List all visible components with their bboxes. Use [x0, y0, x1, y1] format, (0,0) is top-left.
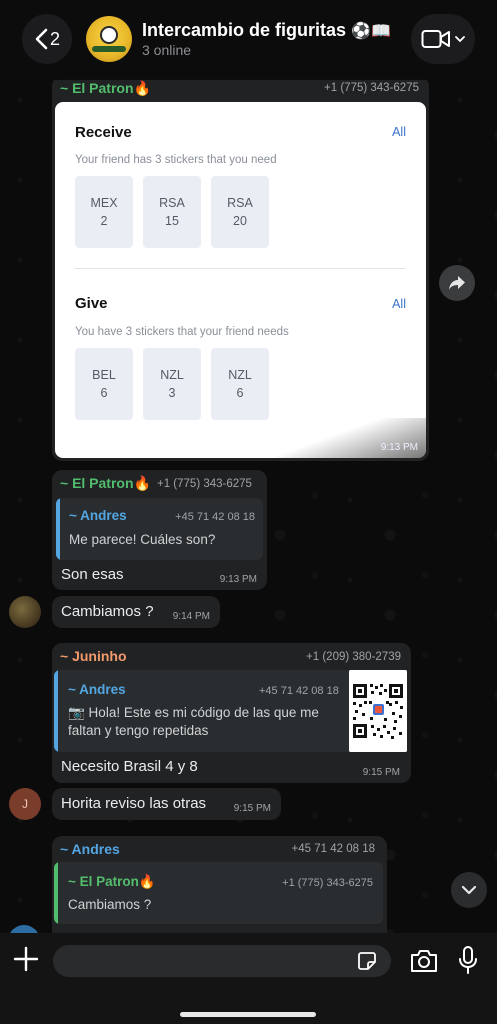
- sender-phone: +1 (209) 380-2739: [306, 651, 401, 663]
- camera-button[interactable]: [409, 948, 439, 974]
- microphone-icon: [459, 946, 477, 974]
- quoted-text: Me parece! Cuáles son?: [69, 532, 216, 547]
- sender-name[interactable]: ~ El Patron🔥: [60, 475, 151, 492]
- message-bubble[interactable]: Cambiamos ? 9:14 PM: [52, 596, 220, 628]
- message-bubble[interactable]: ~ Andres +45 71 42 08 18 ~ El Patron🔥 +1…: [52, 836, 387, 946]
- sender-name[interactable]: ~ El Patron🔥: [60, 80, 151, 97]
- sender-phone: +45 71 42 08 18: [291, 843, 375, 855]
- back-button[interactable]: 2: [22, 14, 72, 64]
- quoted-phone: +45 71 42 08 18: [175, 511, 255, 523]
- give-title: Give: [75, 295, 108, 312]
- sticker-tile[interactable]: MEX 2: [75, 176, 133, 248]
- message-time: 9:15 PM: [233, 803, 271, 814]
- sticker-tile[interactable]: NZL 3: [143, 348, 201, 420]
- sender-phone: +1 (775) 343-6275: [324, 82, 419, 94]
- forward-button[interactable]: [439, 265, 475, 301]
- message-bubble[interactable]: Horita reviso las otras 9:15 PM: [52, 788, 281, 820]
- sticker-tile[interactable]: RSA 15: [143, 176, 201, 248]
- camera-icon: [411, 950, 437, 972]
- message-time: 9:13 PM: [219, 574, 257, 585]
- sender-name[interactable]: ~ Juninho: [60, 648, 127, 664]
- quoted-text: 📷 Hola! Este es mi código de las que me …: [68, 705, 319, 738]
- unread-count: 2: [49, 28, 60, 49]
- home-indicator: [180, 1012, 316, 1017]
- avatar[interactable]: [9, 596, 41, 628]
- sticker-icon: [358, 952, 376, 970]
- microphone-button[interactable]: [457, 945, 479, 977]
- chevron-down-icon: [455, 36, 465, 43]
- qr-code-thumbnail[interactable]: [349, 670, 407, 752]
- message-time: 9:15 PM: [362, 767, 400, 778]
- quoted-sender: ~ Andres: [69, 508, 127, 523]
- message-input[interactable]: [53, 945, 391, 977]
- scroll-to-bottom-button[interactable]: [451, 872, 487, 908]
- message-time: 9:14 PM: [172, 611, 210, 622]
- attach-button[interactable]: [12, 945, 40, 973]
- quoted-phone: +1 (775) 343-6275: [282, 877, 373, 889]
- sticker-button[interactable]: [357, 951, 377, 971]
- quoted-text: Cambiamos ?: [68, 897, 152, 912]
- group-avatar[interactable]: [86, 16, 132, 62]
- message-text: Son esas: [61, 566, 124, 583]
- soccer-ball-icon: [100, 26, 118, 44]
- quoted-message[interactable]: ~ El Patron🔥 +1 (775) 343-6275 Cambiamos…: [54, 862, 383, 924]
- plus-icon: [13, 946, 39, 972]
- chevron-down-icon: [461, 885, 477, 895]
- sticker-tile[interactable]: RSA 20: [211, 176, 269, 248]
- chat-header: 2 Intercambio de figuritas ⚽📖 3 online: [0, 0, 497, 80]
- sticker-tile[interactable]: NZL 6: [211, 348, 269, 420]
- quoted-message[interactable]: ~ Andres +45 71 42 08 18 Me parece! Cuál…: [56, 498, 263, 560]
- sticker-tile[interactable]: BEL 6: [75, 348, 133, 420]
- message-text: Horita reviso las otras: [61, 795, 207, 812]
- chat-title[interactable]: Intercambio de figuritas ⚽📖: [142, 20, 391, 41]
- sender-phone: +1 (775) 343-6275: [157, 478, 252, 490]
- message-text: Necesito Brasil 4 y 8: [61, 758, 198, 775]
- qr-code-image: [349, 670, 407, 752]
- quoted-sender: ~ El Patron🔥: [68, 874, 156, 889]
- back-chevron-icon: [35, 28, 48, 50]
- avatar[interactable]: J: [9, 788, 41, 820]
- give-description: You have 3 stickers that your friend nee…: [75, 326, 289, 338]
- message-bubble[interactable]: ~ El Patron🔥 +1 (775) 343-6275 ~ Andres …: [52, 470, 267, 590]
- video-call-button[interactable]: [411, 14, 475, 64]
- sticker-trade-card[interactable]: Receive All Your friend has 3 stickers t…: [55, 102, 426, 458]
- quoted-sender: ~ Andres: [68, 682, 126, 697]
- online-status: 3 online: [142, 42, 192, 58]
- divider: [75, 268, 405, 269]
- message-text: Cambiamos ?: [61, 603, 154, 620]
- receive-title: Receive: [75, 124, 132, 141]
- message-time: 9:13 PM: [380, 442, 418, 453]
- receive-all-link[interactable]: All: [392, 125, 406, 139]
- sender-name[interactable]: ~ Andres: [60, 841, 120, 857]
- give-all-link[interactable]: All: [392, 297, 406, 311]
- video-camera-icon: [421, 30, 450, 48]
- message-input-bar: [0, 933, 497, 1024]
- forward-icon: [449, 276, 465, 290]
- quoted-phone: +45 71 42 08 18: [259, 685, 339, 697]
- receive-description: Your friend has 3 stickers that you need: [75, 154, 277, 166]
